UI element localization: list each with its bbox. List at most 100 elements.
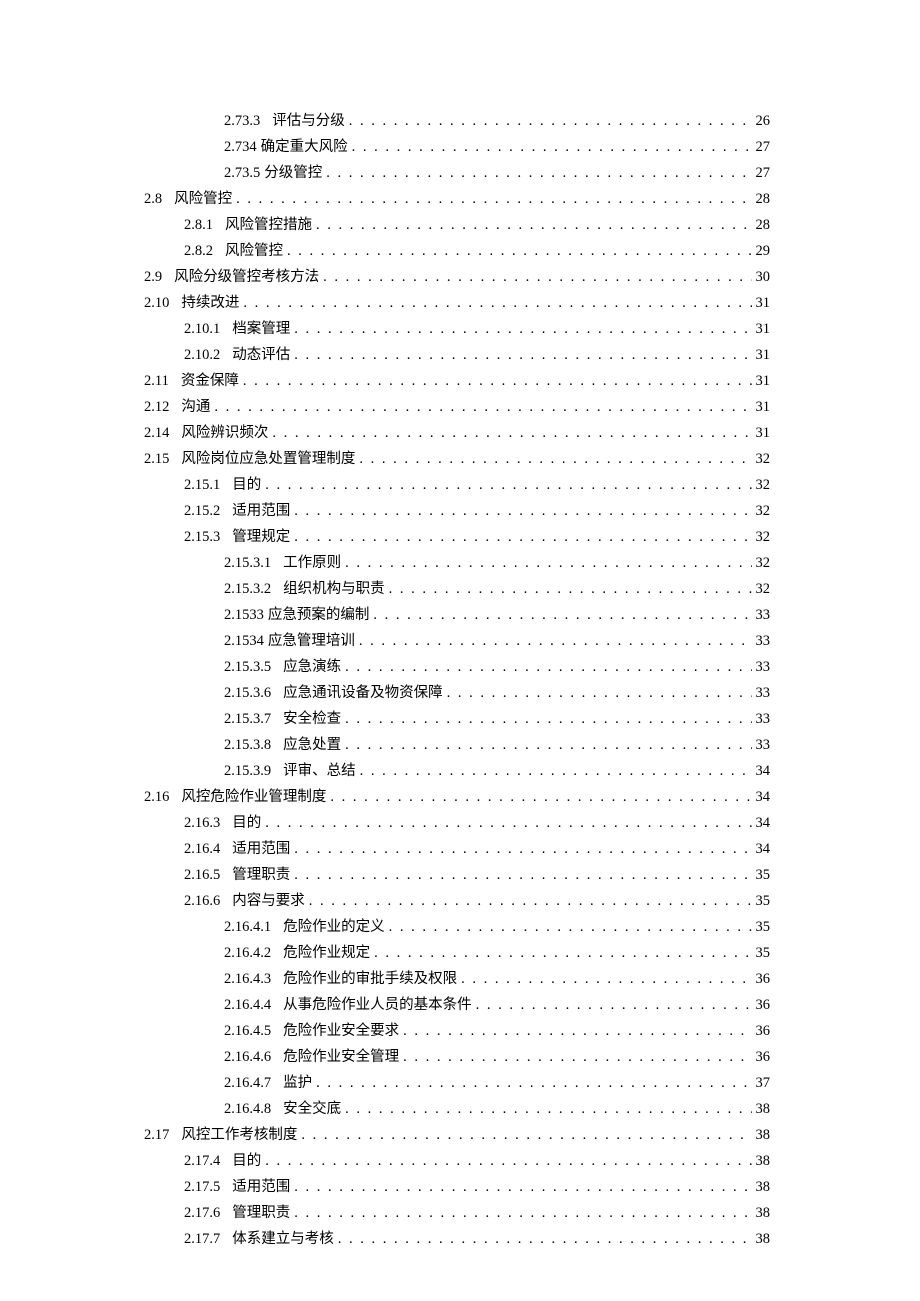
toc-page-number: 32	[756, 498, 771, 524]
toc-title: 资金保障	[181, 368, 239, 394]
toc-leader-dots	[301, 1122, 751, 1148]
toc-entry: 2.9风险分级管控考核方法30	[144, 264, 770, 290]
toc-number: 2.734	[224, 134, 257, 160]
toc-entry: 2.17.7体系建立与考核38	[144, 1226, 770, 1252]
toc-page-number: 32	[756, 472, 771, 498]
toc-entry: 2.16.4.7监护37	[144, 1070, 770, 1096]
toc-number: 2.1534	[224, 628, 264, 654]
toc-title: 内容与要求	[232, 888, 305, 914]
toc-number: 2.15.3	[184, 524, 220, 550]
toc-leader-dots	[294, 1174, 751, 1200]
toc-entry: 2.16.4.4从事危险作业人员的基本条件36	[144, 992, 770, 1018]
toc-leader-dots	[294, 836, 751, 862]
toc-number: 2.10	[144, 290, 169, 316]
toc-number: 2.16.4.2	[224, 940, 271, 966]
toc-page-number: 33	[756, 602, 771, 628]
toc-number: 2.15.3.5	[224, 654, 271, 680]
toc-title: 应急演练	[283, 654, 341, 680]
toc-title: 应急管理培训	[268, 628, 355, 654]
toc-page-number: 38	[756, 1226, 771, 1252]
toc-leader-dots	[389, 576, 752, 602]
toc-leader-dots	[316, 1070, 751, 1096]
toc-leader-dots	[236, 186, 751, 212]
toc-page-number: 33	[756, 628, 771, 654]
toc-title: 适用范围	[232, 1174, 290, 1200]
toc-title: 风险管控	[225, 238, 283, 264]
toc-entry: 2.15.3.9评审、总结34	[144, 758, 770, 784]
toc-page-number: 38	[756, 1174, 771, 1200]
toc-number: 2.15.3.2	[224, 576, 271, 602]
toc-leader-dots	[265, 1148, 751, 1174]
toc-title: 分级管控	[264, 160, 322, 186]
toc-number: 2.11	[144, 368, 169, 394]
toc-title: 组织机构与职责	[283, 576, 385, 602]
toc-page-number: 33	[756, 680, 771, 706]
toc-leader-dots	[373, 602, 751, 628]
toc-number: 2.15.3.6	[224, 680, 271, 706]
toc-page-number: 35	[756, 862, 771, 888]
toc-entry: 2.14风险辨识频次31	[144, 420, 770, 446]
toc-number: 2.16.6	[184, 888, 220, 914]
toc-entry: 2.15.3管理规定32	[144, 524, 770, 550]
toc-entry: 2.11资金保障31	[144, 368, 770, 394]
toc-entry: 2.15.3.8应急处置33	[144, 732, 770, 758]
toc-leader-dots	[294, 524, 751, 550]
toc-number: 2.10.1	[184, 316, 220, 342]
toc-page-number: 36	[756, 1018, 771, 1044]
toc-number: 2.16.5	[184, 862, 220, 888]
toc-entry: 2.15.3.1工作原则32	[144, 550, 770, 576]
toc-title: 监护	[283, 1070, 312, 1096]
toc-number: 2.14	[144, 420, 169, 446]
toc-title: 适用范围	[232, 498, 290, 524]
toc-title: 安全检查	[283, 706, 341, 732]
toc-leader-dots	[338, 1226, 752, 1252]
toc-number: 2.17.7	[184, 1226, 220, 1252]
toc-number: 2.15.3.7	[224, 706, 271, 732]
toc-title: 风控工作考核制度	[181, 1122, 297, 1148]
toc-page-number: 34	[756, 784, 771, 810]
toc-leader-dots	[243, 290, 751, 316]
toc-number: 2.16.4.8	[224, 1096, 271, 1122]
toc-leader-dots	[360, 758, 752, 784]
toc-page-number: 33	[756, 654, 771, 680]
table-of-contents: 2.73.3评估与分级262.734确定重大风险272.73.5分级管控272.…	[144, 108, 770, 1252]
document-page: 2.73.3评估与分级262.734确定重大风险272.73.5分级管控272.…	[0, 0, 920, 1301]
toc-entry: 2.15风险岗位应急处置管理制度32	[144, 446, 770, 472]
toc-leader-dots	[294, 1200, 751, 1226]
toc-leader-dots	[326, 160, 751, 186]
toc-leader-dots	[345, 1096, 751, 1122]
toc-entry: 2.10.1档案管理31	[144, 316, 770, 342]
toc-number: 2.16.4.7	[224, 1070, 271, 1096]
toc-number: 2.10.2	[184, 342, 220, 368]
toc-leader-dots	[403, 1018, 751, 1044]
toc-leader-dots	[345, 654, 751, 680]
toc-number: 2.12	[144, 394, 169, 420]
toc-number: 2.16.4	[184, 836, 220, 862]
toc-title: 目的	[232, 810, 261, 836]
toc-number: 2.16	[144, 784, 169, 810]
toc-entry: 2.17.6管理职责38	[144, 1200, 770, 1226]
toc-leader-dots	[349, 108, 752, 134]
toc-number: 2.15.3.1	[224, 550, 271, 576]
toc-title: 危险作业规定	[283, 940, 370, 966]
toc-page-number: 34	[756, 836, 771, 862]
toc-title: 危险作业的定义	[283, 914, 385, 940]
toc-leader-dots	[294, 498, 751, 524]
toc-entry: 2.17.4目的38	[144, 1148, 770, 1174]
toc-leader-dots	[214, 394, 751, 420]
toc-entry: 2.15.3.2组织机构与职责32	[144, 576, 770, 602]
toc-title: 目的	[232, 472, 261, 498]
toc-number: 2.8	[144, 186, 162, 212]
toc-page-number: 35	[756, 914, 771, 940]
toc-page-number: 38	[756, 1200, 771, 1226]
toc-title: 危险作业安全管理	[283, 1044, 399, 1070]
toc-title: 应急预案的编制	[268, 602, 370, 628]
toc-leader-dots	[265, 810, 751, 836]
toc-leader-dots	[309, 888, 752, 914]
toc-page-number: 33	[756, 732, 771, 758]
toc-entry: 2.17风控工作考核制度38	[144, 1122, 770, 1148]
toc-entry: 2.16.5管理职责35	[144, 862, 770, 888]
toc-title: 应急处置	[283, 732, 341, 758]
toc-page-number: 28	[756, 186, 771, 212]
toc-entry: 2.15.3.6应急通讯设备及物资保障33	[144, 680, 770, 706]
